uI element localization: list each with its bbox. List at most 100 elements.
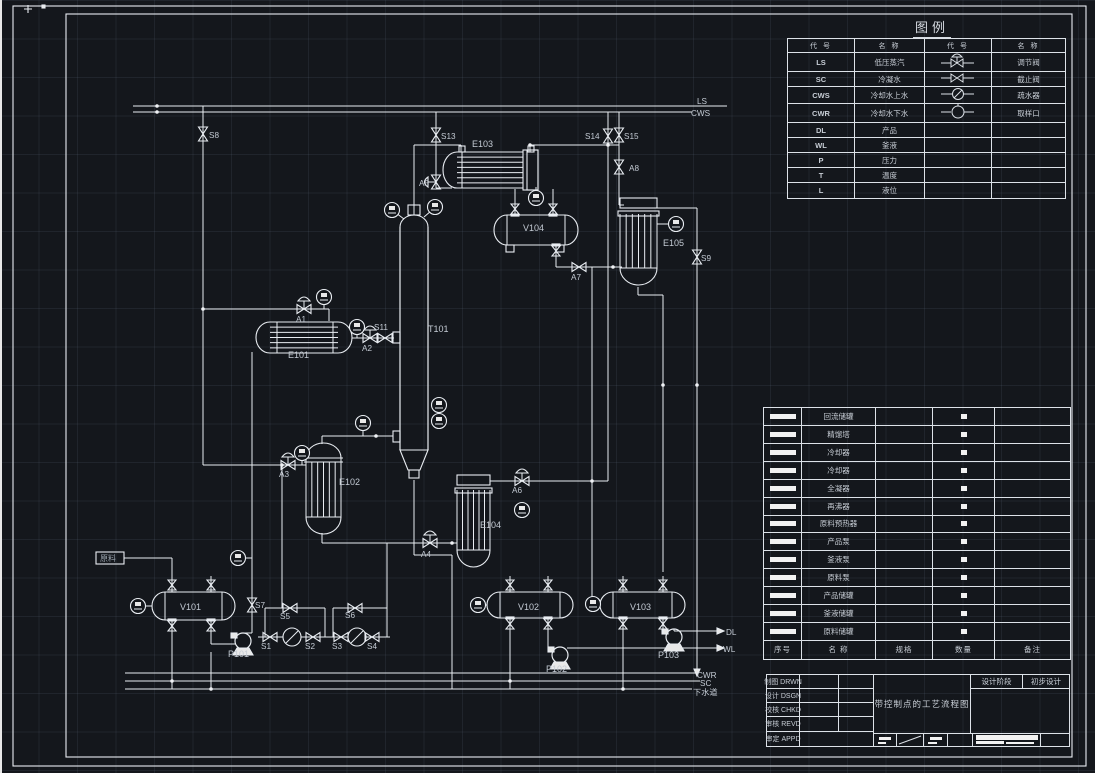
legend-code: DL — [787, 122, 855, 139]
label-P102: P102 — [546, 664, 567, 674]
titleblock-chkd: 校核 CHKD — [765, 702, 801, 717]
equipment-code-redacted — [763, 460, 802, 480]
equipment-T101-bottom-nozzle — [408, 469, 420, 479]
equipment-qty-redacted — [932, 496, 995, 516]
legend-name: 压力 — [854, 152, 925, 169]
legend-symbol-name: 调节阀 — [991, 52, 1066, 72]
legend-symbol-empty — [924, 182, 992, 199]
equipment-qty-redacted — [932, 514, 995, 534]
equipment-qty-redacted — [932, 532, 995, 552]
junction-dot — [280, 463, 284, 467]
junction-dot — [621, 687, 625, 691]
label-V101: V101 — [180, 602, 201, 612]
pump-P101-nozzle — [230, 632, 238, 639]
legend-name: 低压蒸汽 — [854, 52, 925, 72]
equipment-row: 冷却器 — [763, 442, 1071, 462]
label-A5: A5 — [419, 179, 429, 188]
instrument-glyph — [475, 601, 481, 605]
legend-row: CWS 冷却水上水 疏水器 — [787, 86, 1066, 105]
equipment-code-redacted — [763, 407, 802, 426]
legend-row: SC 冷凝水 截止阀 — [787, 70, 1066, 88]
legend-symbol-name — [991, 152, 1066, 169]
label-V103: V103 — [630, 602, 651, 612]
equipment-name: 冷却器 — [801, 460, 876, 480]
equipment-row: 冷却器 — [763, 460, 1071, 480]
label-S1: S1 — [261, 642, 271, 651]
legend-table: 代 号名 称代 号名 称 LS 低压蒸汽 调节阀 SC 冷凝水 截止阀 CWS … — [787, 38, 1066, 199]
equipment-code-redacted — [763, 424, 802, 444]
equipment-qty-redacted — [932, 550, 995, 570]
equipment-row: 原料泵 — [763, 568, 1071, 588]
cad-canvas[interactable]: { "drawing_title": "带控制点的工艺流程图", "legend… — [0, 0, 1095, 773]
equipment-header-row: 序号名 称规格 数量 备注 — [763, 639, 1071, 660]
label-SC: SC — [700, 679, 711, 688]
instrument-glyph — [436, 417, 442, 421]
legend-symbol-trap — [924, 86, 992, 105]
equipment-E105-botdome — [619, 267, 658, 286]
equipment-name: 釜液储罐 — [801, 604, 876, 624]
signature-cell — [972, 733, 1041, 747]
valve-A4-actuator — [422, 530, 438, 536]
junction-dot — [508, 679, 512, 683]
label-A6: A6 — [512, 486, 522, 495]
equipment-T101-feed-nozzle — [392, 430, 401, 443]
legend-header: 名 称 — [991, 38, 1066, 53]
valve-A1-actuator — [296, 296, 312, 302]
equipment-qty-redacted — [932, 604, 995, 624]
junction-dot — [528, 143, 532, 147]
legend-header: 代 号 — [924, 38, 992, 53]
label-LS: LS — [697, 97, 708, 106]
equipment-qty-redacted — [932, 568, 995, 588]
titleblock-revd: 审核 REVD — [765, 716, 801, 732]
equipment-code-redacted — [763, 622, 802, 641]
label-A8: A8 — [629, 164, 639, 173]
equipment-row: 釜液泵 — [763, 550, 1071, 570]
label-E104: E104 — [480, 520, 501, 530]
equipment-name: 原料预热器 — [801, 514, 876, 534]
equipment-name: 产品储罐 — [801, 586, 876, 606]
legend-row: T 温度 — [787, 167, 1066, 184]
legend-name: 产品 — [854, 122, 925, 139]
flow-arrow — [716, 627, 726, 635]
label-V102: V102 — [518, 602, 539, 612]
equipment-qty-redacted — [932, 622, 995, 641]
label-S15: S15 — [624, 132, 639, 141]
instrument-glyph — [135, 602, 141, 606]
legend-code: SC — [787, 70, 855, 88]
legend-name: 冷却水上水 — [854, 86, 925, 105]
label-A1: A1 — [296, 315, 306, 324]
legend-code: LS — [787, 52, 855, 72]
junction-dot — [695, 383, 699, 387]
legend-code: L — [787, 182, 855, 199]
equipment-code-redacted — [763, 604, 802, 624]
legend-name: 冷凝水 — [854, 70, 925, 88]
equipment-E102-botdome — [305, 516, 342, 535]
equipment-code-redacted — [763, 586, 802, 606]
legend-code: P — [787, 152, 855, 169]
equipment-row: 再沸器 — [763, 496, 1071, 516]
legend-header-row: 代 号名 称代 号名 称 — [787, 38, 1066, 53]
label-WL: WL — [723, 645, 736, 654]
legend-code: T — [787, 167, 855, 184]
equipment-row: 产品储罐 — [763, 586, 1071, 606]
legend-header: 代 号 — [787, 38, 855, 53]
legend-symbol-name: 疏水器 — [991, 86, 1066, 105]
legend-code: CWS — [787, 86, 855, 105]
equipment-code-redacted — [763, 568, 802, 588]
valve-A3-actuator — [280, 452, 296, 458]
equipment-T101-cone — [399, 449, 429, 471]
label-S9: S9 — [701, 254, 711, 263]
label-E101: E101 — [288, 350, 309, 360]
equipment-V104-leg — [505, 244, 515, 253]
equipment-qty-redacted — [932, 478, 995, 498]
label-P103: P103 — [658, 650, 679, 660]
equipment-E103-nozzle — [527, 145, 535, 153]
design-stage-label: 设计阶段 — [970, 674, 1023, 689]
junction-dot — [201, 307, 205, 311]
design-stage-value: 初步设计 — [1022, 674, 1070, 689]
legend-symbol-empty — [924, 137, 992, 154]
label-T101: T101 — [428, 324, 449, 334]
equipment-row: 原料预热器 — [763, 514, 1071, 534]
equipment-E104-botdome — [456, 549, 491, 568]
equipment-row: 全凝器 — [763, 478, 1071, 498]
